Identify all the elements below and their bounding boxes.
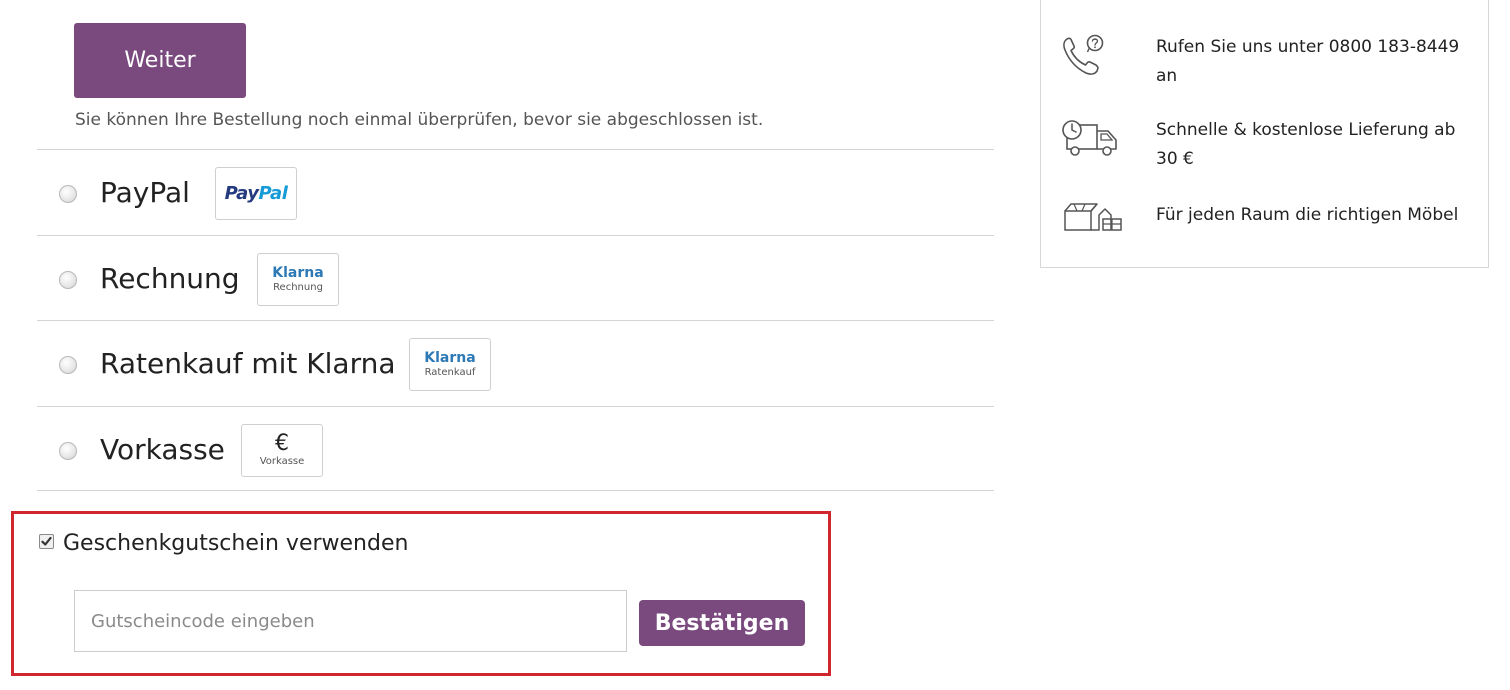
radio-ratenkauf[interactable]	[59, 356, 77, 374]
payment-label: Rechnung	[100, 261, 240, 295]
payment-label: Vorkasse	[100, 432, 225, 466]
voucher-checkbox[interactable]	[39, 534, 54, 549]
euro-icon: €	[275, 430, 289, 456]
logo-subtext: Vorkasse	[259, 455, 305, 467]
payment-label: PayPal	[100, 176, 190, 209]
radio-vorkasse[interactable]	[59, 441, 77, 460]
radio-rechnung[interactable]	[59, 270, 77, 289]
voucher-code-input[interactable]	[74, 590, 627, 652]
info-text-furniture: Für jeden Raum die richtigen Möbel	[1156, 205, 1459, 225]
payment-option-paypal[interactable]: PayPal PayPal	[37, 149, 994, 235]
payment-method-list: PayPal PayPal Rechnung Klarna Rechnung R…	[37, 149, 994, 491]
checkmark-icon	[41, 536, 52, 546]
payment-label: Ratenkauf mit Klarna	[100, 347, 396, 380]
info-panel: Rufen Sie uns unter 0800 183-8449 an Sch…	[1040, 0, 1489, 268]
payment-option-vorkasse[interactable]: Vorkasse € Vorkasse	[37, 405, 994, 491]
info-text-delivery: Schnelle & kostenlose Lieferung ab 30 €	[1156, 120, 1456, 169]
continue-button[interactable]: Weiter	[74, 23, 246, 98]
delivery-truck-icon	[1061, 116, 1119, 163]
payment-option-ratenkauf[interactable]: Ratenkauf mit Klarna Klarna Ratenkauf	[37, 320, 994, 406]
klarna-ratenkauf-logo: Klarna Ratenkauf	[409, 338, 491, 391]
klarna-brand-text: Klarna	[424, 350, 476, 366]
payment-option-rechnung[interactable]: Rechnung Klarna Rechnung	[37, 234, 994, 321]
klarna-rechnung-logo: Klarna Rechnung	[257, 252, 339, 306]
info-text-phone: Rufen Sie uns unter 0800 183-8449 an	[1156, 37, 1460, 86]
paypal-logo-text-pay: Pay	[224, 183, 259, 204]
confirm-voucher-button[interactable]: Bestätigen	[639, 600, 805, 646]
radio-paypal[interactable]	[59, 185, 77, 203]
paypal-logo: PayPal	[215, 167, 297, 220]
voucher-label[interactable]: Geschenkgutschein verwenden	[63, 531, 408, 556]
review-note: Sie können Ihre Bestellung noch einmal ü…	[75, 110, 764, 130]
furniture-box-icon	[1061, 201, 1123, 238]
voucher-section: Geschenkgutschein verwenden Bestätigen	[11, 511, 831, 676]
klarna-brand-text: Klarna	[272, 264, 324, 281]
logo-subtext: Rechnung	[273, 281, 323, 293]
paypal-logo-text-pal: Pal	[258, 183, 288, 204]
phone-question-icon	[1061, 33, 1105, 84]
vorkasse-logo: € Vorkasse	[241, 423, 323, 477]
logo-subtext: Ratenkauf	[424, 367, 476, 378]
